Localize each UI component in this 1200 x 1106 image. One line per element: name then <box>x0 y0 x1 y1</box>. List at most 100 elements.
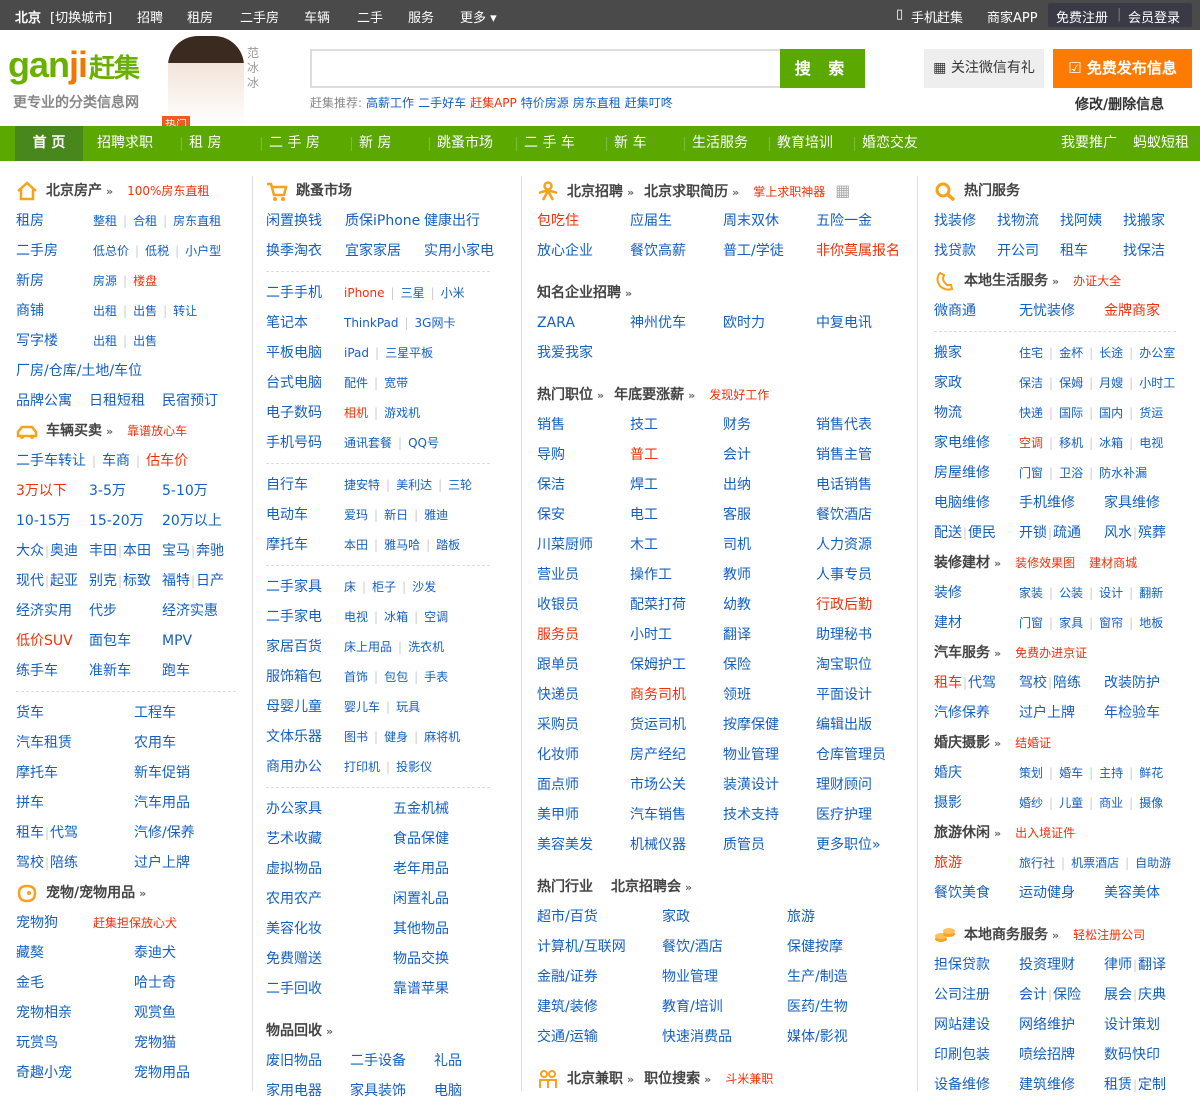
link[interactable]: 闲置换钱 <box>266 213 322 229</box>
link[interactable]: 出售 <box>133 304 157 318</box>
link[interactable]: 二手回收 <box>266 981 322 997</box>
nav-item[interactable]: 二 手 房 <box>269 126 320 161</box>
link[interactable]: 低总价 <box>93 244 129 258</box>
link[interactable]: 三轮 <box>448 478 472 492</box>
link[interactable]: 电动车 <box>266 507 308 523</box>
link[interactable]: 电工 <box>630 507 658 523</box>
link[interactable]: 三星 <box>401 286 425 300</box>
link[interactable]: 小时工 <box>1139 376 1175 390</box>
link[interactable]: 应届生 <box>630 213 672 229</box>
link[interactable]: 驾校 <box>1019 675 1047 691</box>
link[interactable]: 保姆护工 <box>630 657 686 673</box>
link[interactable]: 驾校 <box>16 855 44 871</box>
link[interactable]: 奇趣小宠 <box>16 1065 72 1081</box>
link[interactable]: 床上用品 <box>344 640 392 654</box>
link[interactable]: 设计 <box>1099 586 1123 600</box>
link[interactable]: 便民 <box>968 525 996 541</box>
promo-link[interactable]: 发现好工作 <box>709 388 769 402</box>
link[interactable]: 福特 <box>162 573 190 589</box>
link[interactable]: 日租短租 <box>89 393 145 409</box>
link[interactable]: 陪练 <box>1053 675 1081 691</box>
link[interactable]: 婚庆 <box>934 765 962 781</box>
link[interactable]: 质保iPhone <box>345 213 420 229</box>
link[interactable]: 周末双休 <box>723 213 779 229</box>
link[interactable]: 运动健身 <box>1019 885 1075 901</box>
link[interactable]: 自助游 <box>1135 856 1171 870</box>
link[interactable]: 电子数码 <box>266 405 322 421</box>
link[interactable]: 翻新 <box>1139 586 1163 600</box>
link[interactable]: 手机维修 <box>1019 495 1075 511</box>
link[interactable]: 防水补漏 <box>1099 466 1147 480</box>
link[interactable]: 人事专员 <box>816 567 872 583</box>
recommend-link[interactable]: 房东直租 <box>573 96 621 110</box>
link[interactable]: 国内 <box>1099 406 1123 420</box>
post-free-button[interactable]: ☑ 免费发布信息 <box>1053 49 1192 88</box>
link[interactable]: 旅游 <box>934 855 962 871</box>
link[interactable]: 月嫂 <box>1099 376 1123 390</box>
link[interactable]: 雅迪 <box>424 508 448 522</box>
link[interactable]: 换季淘衣 <box>266 243 322 259</box>
link[interactable]: 空调 <box>1019 436 1043 450</box>
link[interactable]: 办公家具 <box>266 801 322 817</box>
nav-item[interactable]: 教育培训 <box>777 126 833 161</box>
link[interactable]: 中复电讯 <box>816 315 872 331</box>
link[interactable]: 20万以上 <box>162 513 222 529</box>
link[interactable]: 其他物品 <box>393 921 449 937</box>
link[interactable]: 别克 <box>89 573 117 589</box>
link[interactable]: 健康出行 <box>424 213 480 229</box>
top-link-jobs[interactable]: 招聘 <box>137 7 163 26</box>
link[interactable]: 喷绘招牌 <box>1019 1047 1075 1063</box>
link[interactable]: iPhone <box>344 286 385 300</box>
section-title-link[interactable]: 装修建材 <box>934 555 990 571</box>
link[interactable]: 出租 <box>93 334 117 348</box>
celebrity-photo[interactable] <box>168 36 244 126</box>
link[interactable]: 收银员 <box>537 597 579 613</box>
nav-right-item[interactable]: 蚂蚁短租 <box>1133 126 1189 161</box>
link[interactable]: 客服 <box>723 507 751 523</box>
section-title-link[interactable]: 北京兼职 <box>567 1071 623 1087</box>
link[interactable]: 实用小家电 <box>424 243 494 259</box>
top-link-rent[interactable]: 租房 <box>187 7 213 26</box>
promo-link[interactable]: 建材商城 <box>1089 556 1137 570</box>
link[interactable]: 汽车销售 <box>630 807 686 823</box>
nav-item[interactable]: 首 页 <box>15 126 83 161</box>
section-title-link[interactable]: 跳蚤市场 <box>296 183 352 199</box>
link[interactable]: 门窗 <box>1019 616 1043 630</box>
switch-city-link[interactable]: [切换城市] <box>50 7 112 26</box>
link[interactable]: 川菜厨师 <box>537 537 593 553</box>
link[interactable]: 旅行社 <box>1019 856 1055 870</box>
link[interactable]: 小米 <box>441 286 465 300</box>
link[interactable]: 改装防护 <box>1104 675 1160 691</box>
link[interactable]: 柜子 <box>372 580 396 594</box>
link[interactable]: 导购 <box>537 447 565 463</box>
link[interactable]: 按摩保健 <box>723 717 779 733</box>
top-link-services[interactable]: 服务 <box>408 7 434 26</box>
link[interactable]: 房屋维修 <box>934 465 990 481</box>
link[interactable]: 公装 <box>1059 586 1083 600</box>
link[interactable]: 自行车 <box>266 477 308 493</box>
link[interactable]: 跟单员 <box>537 657 579 673</box>
link[interactable]: 床 <box>344 580 356 594</box>
link[interactable]: 找保洁 <box>1123 243 1165 259</box>
nav-item[interactable]: 生活服务 <box>692 126 748 161</box>
link[interactable]: 年检验车 <box>1104 705 1160 721</box>
link[interactable]: 交通/运输 <box>537 1029 598 1045</box>
nav-item[interactable]: 租 房 <box>189 126 221 161</box>
link[interactable]: 欧时力 <box>723 315 765 331</box>
link[interactable]: 普工/学徒 <box>723 243 784 259</box>
link[interactable]: 会计 <box>723 447 751 463</box>
link[interactable]: 闲置礼品 <box>393 891 449 907</box>
link[interactable]: 车商 <box>102 453 130 469</box>
link[interactable]: 婴儿车 <box>344 700 380 714</box>
section-title-link[interactable]: 年底要涨薪 <box>614 387 684 403</box>
link[interactable]: 家具装饰 <box>350 1083 406 1099</box>
link[interactable]: 写字楼 <box>16 333 58 349</box>
link[interactable]: 小户型 <box>185 244 221 258</box>
link[interactable]: 担保贷款 <box>934 957 990 973</box>
link[interactable]: 物业管理 <box>723 747 779 763</box>
link[interactable]: 观赏鱼 <box>134 1005 176 1021</box>
link[interactable]: 旅游 <box>787 909 815 925</box>
link[interactable]: 现代 <box>16 573 44 589</box>
link[interactable]: 手机号码 <box>266 435 322 451</box>
promo-link[interactable]: 免费办进京证 <box>1015 646 1087 660</box>
